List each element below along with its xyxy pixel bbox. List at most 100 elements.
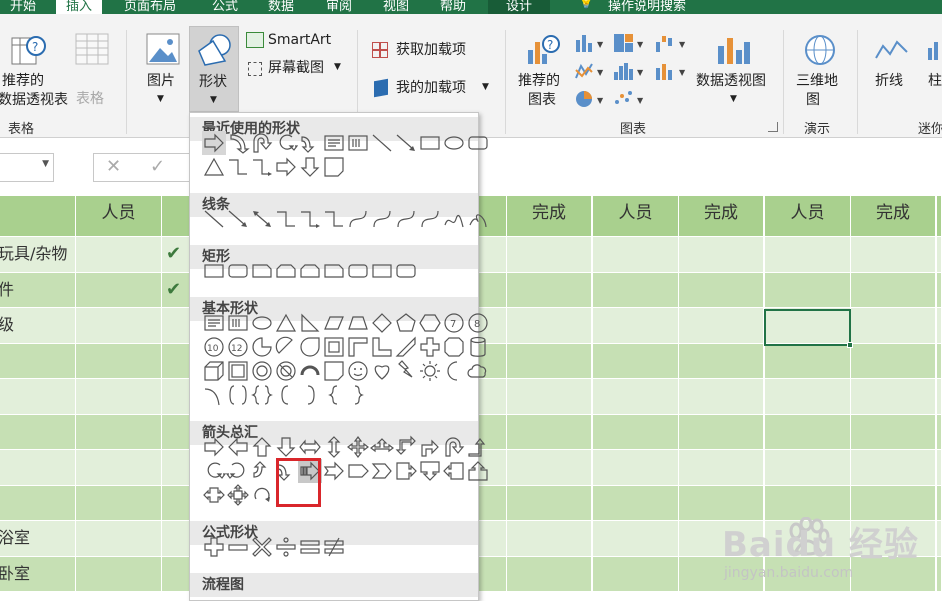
- table-cell[interactable]: [162, 485, 190, 521]
- table-cell[interactable]: [937, 343, 942, 379]
- cube-shape-icon[interactable]: [202, 359, 226, 383]
- circarr-shape-icon[interactable]: [250, 483, 274, 507]
- qcallout-shape-icon[interactable]: [226, 483, 250, 507]
- quad3-shape-icon[interactable]: [370, 435, 394, 459]
- tell-me-search[interactable]: 操作说明搜索: [608, 0, 686, 14]
- lbrk-shape-icon[interactable]: [274, 383, 298, 407]
- pent-shape-icon[interactable]: [394, 311, 418, 335]
- oval-shape-icon[interactable]: [250, 311, 274, 335]
- table-cell[interactable]: [679, 272, 765, 308]
- moon-shape-icon[interactable]: [442, 359, 466, 383]
- table-cell[interactable]: [593, 556, 679, 592]
- table-cell[interactable]: [162, 521, 190, 557]
- table-cell[interactable]: [851, 343, 937, 379]
- row-label-cell[interactable]: 卧室: [0, 556, 76, 592]
- table-cell[interactable]: [593, 414, 679, 450]
- row-label-cell[interactable]: 件: [0, 272, 76, 308]
- header-cell[interactable]: 完成: [851, 196, 937, 237]
- table-cell[interactable]: ✔: [162, 272, 190, 308]
- left-arrow-shape-icon[interactable]: [226, 435, 250, 459]
- table-cell[interactable]: [162, 450, 190, 486]
- table-cell[interactable]: [593, 272, 679, 308]
- elba-shape-icon[interactable]: [298, 207, 322, 231]
- pie-chart-button[interactable]: ▼: [574, 88, 606, 110]
- cloud-shape-icon[interactable]: [466, 359, 490, 383]
- table-cell[interactable]: [479, 485, 507, 521]
- divide-shape-icon[interactable]: [274, 535, 298, 559]
- table-cell[interactable]: [479, 556, 507, 592]
- table-cell[interactable]: [593, 237, 679, 273]
- rectangle-shape-icon[interactable]: [202, 259, 226, 283]
- cancel-icon[interactable]: ✕: [106, 156, 121, 177]
- fold-shape-icon[interactable]: [322, 359, 346, 383]
- table-cell[interactable]: [76, 308, 162, 344]
- table-cell[interactable]: [507, 308, 593, 344]
- arc-shape-icon[interactable]: [298, 359, 322, 383]
- uturn-shape-icon[interactable]: [442, 435, 466, 459]
- table-cell[interactable]: [76, 414, 162, 450]
- pivot-chart-button[interactable]: 数据透视图 ▼: [696, 32, 774, 112]
- notched-shape-icon[interactable]: [322, 459, 346, 483]
- table-cell[interactable]: [851, 272, 937, 308]
- table-cell[interactable]: [851, 237, 937, 273]
- table-cell[interactable]: [937, 237, 942, 273]
- column-chart-button[interactable]: ▼: [574, 32, 606, 54]
- table-cell[interactable]: [679, 308, 765, 344]
- snip2-shape-icon[interactable]: [274, 259, 298, 283]
- table-cell[interactable]: [76, 237, 162, 273]
- table-cell[interactable]: [593, 308, 679, 344]
- table-cell[interactable]: [851, 450, 937, 486]
- table-cell[interactable]: [937, 272, 942, 308]
- table-cell[interactable]: [76, 343, 162, 379]
- table-cell[interactable]: [507, 521, 593, 557]
- rbrk-shape-icon[interactable]: [298, 383, 322, 407]
- sparkline-column-button[interactable]: 柱: [922, 32, 942, 102]
- waterfall-chart-button[interactable]: ▼: [654, 32, 688, 54]
- dod-shape-icon[interactable]: 12: [226, 335, 250, 359]
- cdown-shape-icon[interactable]: [298, 131, 322, 155]
- header-cell[interactable]: [937, 196, 942, 237]
- sparkline-line-button[interactable]: 折线: [870, 32, 914, 102]
- screenshot-button[interactable]: 屏幕截图 ▼: [244, 58, 350, 80]
- heart-shape-icon[interactable]: [370, 359, 394, 383]
- header-cell[interactable]: [0, 196, 76, 237]
- chevron-down-icon[interactable]: ▼: [42, 159, 49, 169]
- plus-shape-icon[interactable]: [202, 535, 226, 559]
- plaque-shape-icon[interactable]: [442, 335, 466, 359]
- enter-icon[interactable]: ✓: [150, 156, 165, 177]
- rectangle-shape-icon[interactable]: [418, 131, 442, 155]
- vtxt-shape-icon[interactable]: [346, 131, 370, 155]
- table-cell[interactable]: [937, 308, 942, 344]
- cross-shape-icon[interactable]: [418, 335, 442, 359]
- curvl-shape-icon[interactable]: [370, 207, 394, 231]
- equal-shape-icon[interactable]: [298, 535, 322, 559]
- vtxt-shape-icon[interactable]: [226, 311, 250, 335]
- line-shape-icon[interactable]: [202, 207, 226, 231]
- 3d-map-button[interactable]: 三维地 图: [792, 32, 848, 112]
- table-cell[interactable]: [76, 450, 162, 486]
- sun-shape-icon[interactable]: [418, 359, 442, 383]
- table-cell[interactable]: [593, 379, 679, 415]
- udarr-shape-icon[interactable]: [322, 435, 346, 459]
- dbrc-shape-icon[interactable]: [250, 383, 274, 407]
- pie-shape-icon[interactable]: [250, 335, 274, 359]
- arrl-shape-icon[interactable]: [226, 207, 250, 231]
- snip-shape-icon[interactable]: [250, 259, 274, 283]
- table-cell[interactable]: [937, 556, 942, 592]
- rcallout-shape-icon[interactable]: [394, 459, 418, 483]
- smartart-button[interactable]: SmartArt: [244, 30, 344, 52]
- table-cell[interactable]: [937, 450, 942, 486]
- donut-shape-icon[interactable]: [250, 359, 274, 383]
- row-label-cell[interactable]: [0, 414, 76, 450]
- lsh-shape-icon[interactable]: [370, 335, 394, 359]
- table-cell[interactable]: [851, 379, 937, 415]
- snip-shape-icon[interactable]: [322, 259, 346, 283]
- charts-dialog-launcher[interactable]: [768, 122, 778, 132]
- down-arrow-shape-icon[interactable]: [298, 155, 322, 179]
- row-label-cell[interactable]: 玩具/杂物: [0, 237, 76, 273]
- table-cell[interactable]: [593, 450, 679, 486]
- bup-shape-icon[interactable]: [466, 435, 490, 459]
- table-button[interactable]: 表格: [70, 32, 114, 107]
- table-cell[interactable]: [679, 450, 765, 486]
- line-chart-button[interactable]: ▼: [574, 60, 606, 82]
